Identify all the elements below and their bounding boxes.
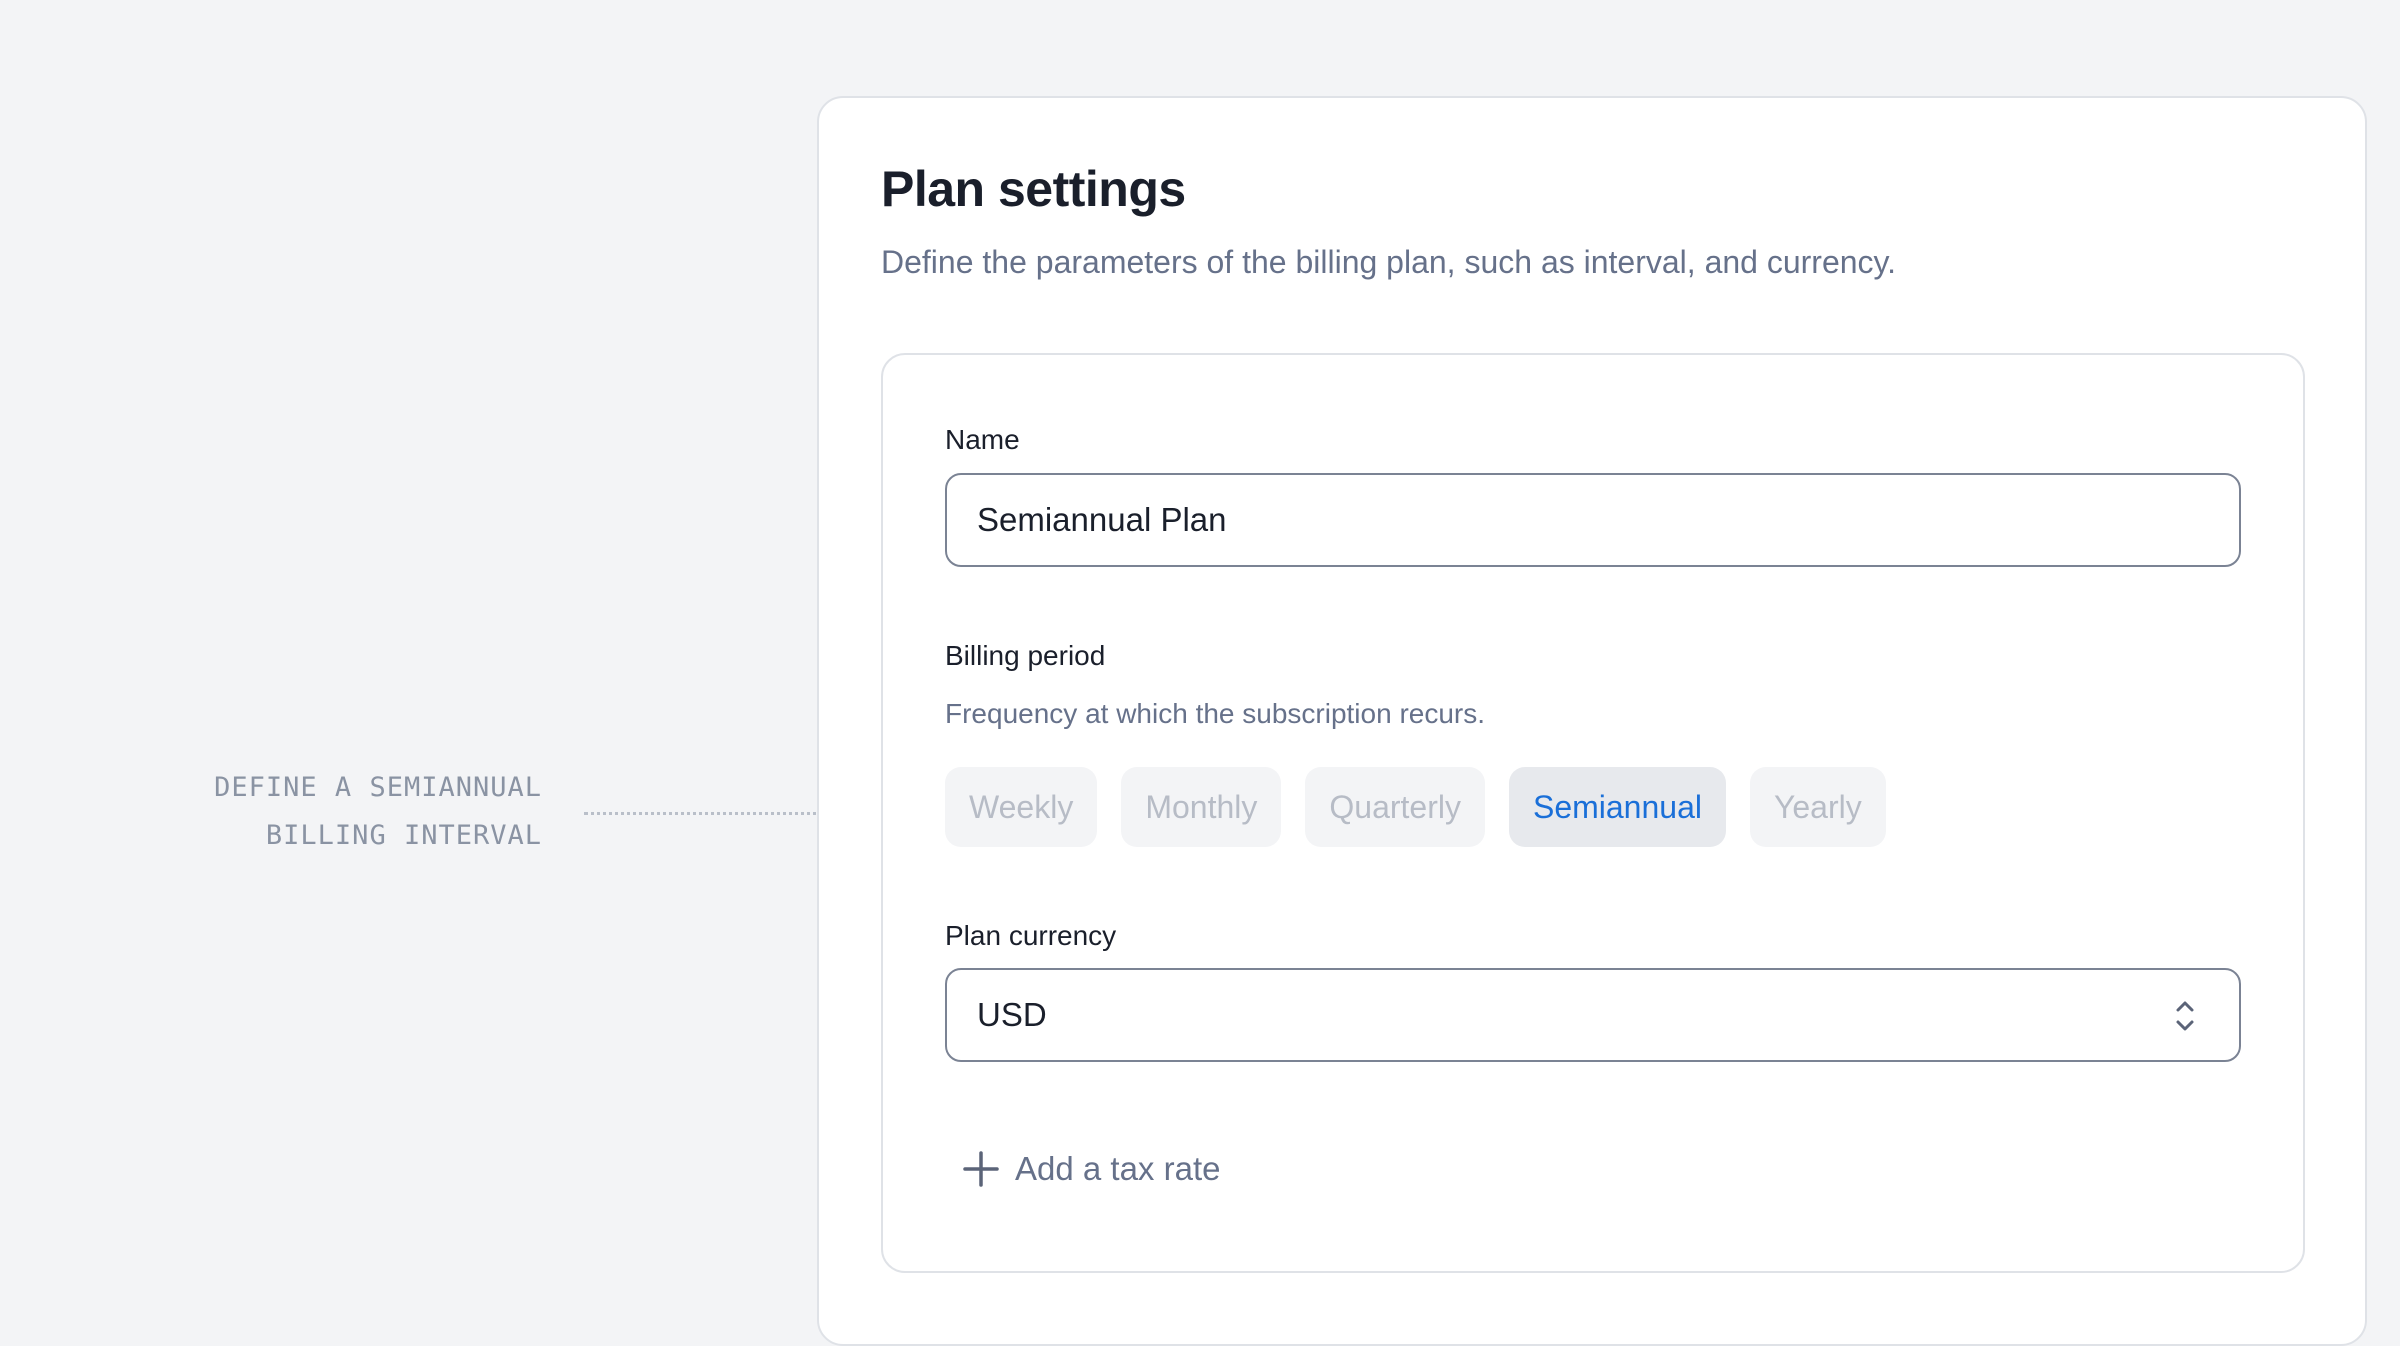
name-input[interactable] (977, 475, 2157, 565)
add-tax-rate-button[interactable]: Add a tax rate (963, 1150, 1220, 1188)
plan-currency-select[interactable]: USD (945, 968, 2241, 1062)
billing-option-yearly[interactable]: Yearly (1749, 767, 1886, 847)
annotation-callout: DEFINE A SEMIANNUAL BILLING INTERVAL (150, 764, 542, 860)
page-title: Plan settings (881, 161, 1186, 217)
plan-settings-card: Plan settings Define the parameters of t… (817, 96, 2367, 1346)
name-field[interactable] (945, 473, 2241, 567)
billing-period-segmented-control: Weekly Monthly Quarterly Semiannual Year… (945, 767, 1886, 847)
page-description: Define the parameters of the billing pla… (881, 244, 1897, 280)
plan-currency-value: USD (977, 996, 1047, 1033)
add-tax-rate-label: Add a tax rate (1015, 1150, 1221, 1187)
billing-period-label: Billing period (945, 640, 1106, 671)
chevron-up-down-icon (2176, 1001, 2194, 1031)
billing-option-monthly[interactable]: Monthly (1121, 767, 1282, 847)
plan-currency-label: Plan currency (945, 920, 1117, 951)
annotation-line-1: DEFINE A SEMIANNUAL (214, 772, 542, 803)
plan-form-panel: Name Billing period Frequency at which t… (881, 353, 2305, 1273)
billing-option-semiannual[interactable]: Semiannual (1508, 767, 1726, 847)
billing-option-quarterly[interactable]: Quarterly (1305, 767, 1485, 847)
annotation-line-2: BILLING INTERVAL (265, 820, 542, 851)
plus-icon (963, 1151, 999, 1187)
billing-period-hint: Frequency at which the subscription recu… (945, 698, 1486, 729)
name-label: Name (945, 424, 1020, 455)
billing-option-weekly[interactable]: Weekly (945, 767, 1098, 847)
